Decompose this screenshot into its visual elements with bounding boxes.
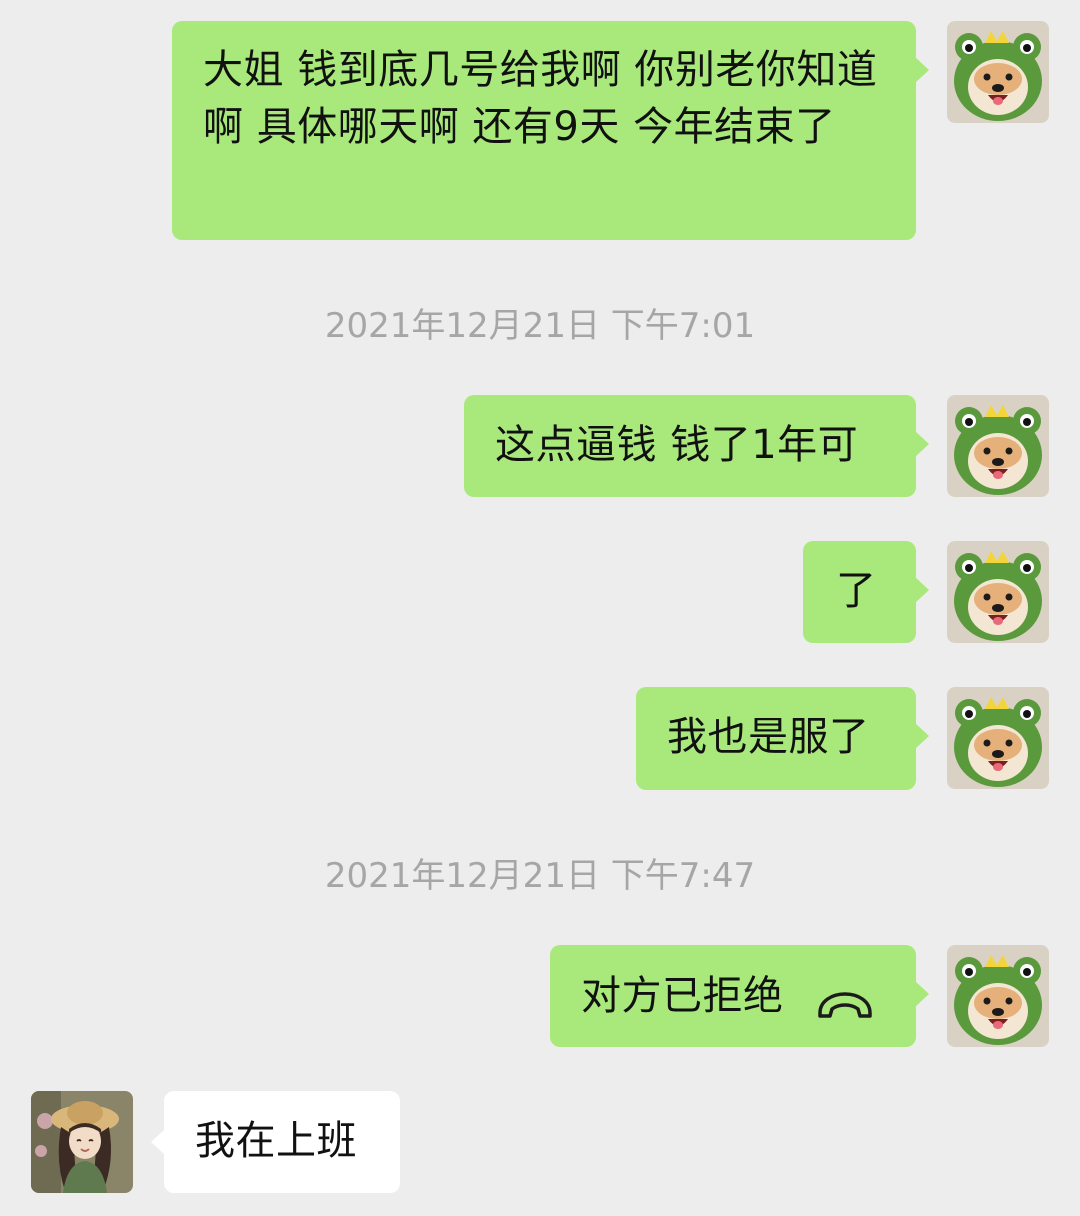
message-bubble-self[interactable]: 大姐 钱到底几号给我啊 你别老你知道啊 具体哪天啊 还有9天 今年结束了 bbox=[172, 21, 929, 240]
message-text: 这点逼钱 钱了1年可 bbox=[495, 422, 859, 468]
timestamp: 2021年12月21日 下午7:47 bbox=[324, 856, 756, 896]
message-bubble-self[interactable]: 这点逼钱 钱了1年可 bbox=[464, 395, 929, 497]
call-record-bubble[interactable]: 对方已拒绝 bbox=[550, 945, 929, 1047]
call-status-text: 对方已拒绝 bbox=[581, 972, 784, 1019]
shiba-dog-frog-hat-icon bbox=[947, 945, 1049, 1047]
shiba-dog-frog-hat-icon bbox=[947, 395, 1049, 497]
peer-avatar[interactable] bbox=[31, 1091, 133, 1193]
message-bubble-self[interactable]: 了 bbox=[803, 541, 929, 643]
self-avatar[interactable] bbox=[947, 687, 1049, 789]
message-text: 我也是服了 bbox=[667, 714, 870, 760]
message-text: 大姐 钱到底几号给我啊 你别老你知道啊 具体哪天啊 还有9天 今年结束了 bbox=[203, 47, 878, 150]
shiba-dog-frog-hat-icon bbox=[947, 541, 1049, 643]
message-bubble-peer[interactable]: 我在上班 bbox=[151, 1091, 400, 1193]
self-avatar[interactable] bbox=[947, 945, 1049, 1047]
message-bubble-self[interactable]: 我也是服了 bbox=[636, 687, 929, 790]
timestamp: 2021年12月21日 下午7:01 bbox=[324, 306, 756, 346]
message-text: 我在上班 bbox=[195, 1118, 357, 1164]
shiba-dog-frog-hat-icon bbox=[947, 21, 1049, 123]
self-avatar[interactable] bbox=[947, 395, 1049, 497]
chat-message-list[interactable]: 大姐 钱到底几号给我啊 你别老你知道啊 具体哪天啊 还有9天 今年结束了 202… bbox=[0, 0, 1080, 1216]
self-avatar[interactable] bbox=[947, 541, 1049, 643]
message-text: 了 bbox=[836, 568, 877, 614]
phone-hangup-icon bbox=[814, 980, 876, 1018]
self-avatar[interactable] bbox=[947, 21, 1049, 123]
shiba-dog-frog-hat-icon bbox=[947, 687, 1049, 789]
girl-straw-hat-icon bbox=[31, 1091, 133, 1193]
